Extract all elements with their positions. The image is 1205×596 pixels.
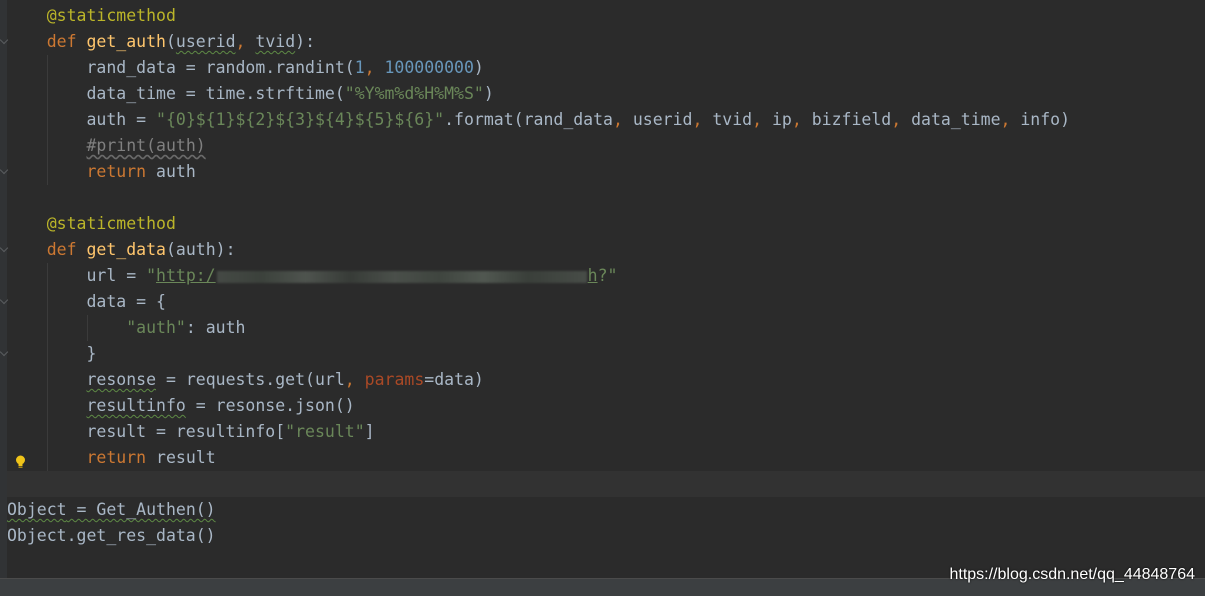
code-line[interactable]: auth = "{0}${1}${2}${3}${4}${5}${6}".for… xyxy=(7,107,1205,133)
code-line[interactable]: resultinfo = resonse.json() xyxy=(7,393,1205,419)
code-line[interactable]: @staticmethod xyxy=(7,211,1205,237)
code-token: result = resultinfo[ xyxy=(7,422,286,441)
code-line[interactable]: #print(auth) xyxy=(7,133,1205,159)
code-token: "result" xyxy=(285,422,365,441)
code-token: Object xyxy=(7,500,67,519)
code-token: .format(rand_data xyxy=(444,110,613,129)
code-token: = Get_Authen() xyxy=(66,500,216,519)
code-token: =data) xyxy=(424,370,484,389)
code-token: 100000000 xyxy=(384,58,474,77)
code-line[interactable]: Object.get_res_data() xyxy=(7,523,1205,549)
code-line[interactable]: data = { xyxy=(7,289,1205,315)
code-token: userid xyxy=(632,110,693,129)
code-line[interactable] xyxy=(7,185,1205,211)
code-token: data_time xyxy=(911,110,1001,129)
code-token: #print(auth) xyxy=(86,136,206,155)
indent-guide xyxy=(47,55,48,185)
code-token: resonse xyxy=(86,370,157,389)
code-token: h xyxy=(587,266,598,285)
code-line[interactable]: resonse = requests.get(url, params=data) xyxy=(7,367,1205,393)
code-token: , xyxy=(891,110,912,129)
code-token: data = { xyxy=(7,292,166,311)
code-token: , xyxy=(692,110,713,129)
code-token: ( xyxy=(165,32,176,51)
code-editor[interactable]: @staticmethod def get_auth(userid, tvid)… xyxy=(0,0,1205,596)
code-token: info) xyxy=(1020,110,1071,129)
indent-guide xyxy=(87,315,88,341)
code-token: ) xyxy=(483,84,494,103)
code-token: userid xyxy=(175,32,236,51)
code-token: (auth): xyxy=(165,240,236,259)
code-token: http:/ xyxy=(156,266,216,285)
code-token: tvid xyxy=(255,32,296,51)
code-token: " xyxy=(146,266,157,285)
redacted-text xyxy=(216,270,587,283)
code-token: tvid xyxy=(712,110,753,129)
code-token: rand_data = random.randint( xyxy=(7,58,355,77)
code-token: def xyxy=(46,32,87,51)
watermark: https://blog.csdn.net/qq_44848764 xyxy=(949,566,1195,583)
code-line[interactable]: return result xyxy=(7,445,1205,471)
code-token: , xyxy=(364,58,385,77)
code-token: resultinfo xyxy=(86,396,186,415)
code-line[interactable]: url = "http:/ h?" xyxy=(7,263,1205,289)
code-token: "auth" xyxy=(126,318,186,337)
code-token: params xyxy=(364,370,425,389)
code-token: , xyxy=(1000,110,1021,129)
code-token: bizfield xyxy=(811,110,892,129)
code-token: : auth xyxy=(185,318,246,337)
indent-guide xyxy=(47,263,48,471)
code-token: @staticmethod xyxy=(46,214,176,233)
code-line[interactable]: rand_data = random.randint(1, 100000000) xyxy=(7,55,1205,81)
code-line[interactable]: Object = Get_Authen() xyxy=(7,497,1205,523)
code-line[interactable]: "auth": auth xyxy=(7,315,1205,341)
code-token: "%Y%m%d%H%M%S" xyxy=(344,84,484,103)
code-token: result xyxy=(156,448,216,467)
code-token: auth xyxy=(156,162,196,181)
code-token: ?" xyxy=(597,266,618,285)
code-token: , xyxy=(791,110,812,129)
editor-gutter[interactable] xyxy=(0,0,9,578)
code-token: , xyxy=(344,370,365,389)
code-token: auth = xyxy=(7,110,157,129)
code-line[interactable]: } xyxy=(7,341,1205,367)
code-token: @staticmethod xyxy=(46,6,176,25)
code-token: url = xyxy=(7,266,147,285)
code-token: , xyxy=(613,110,633,129)
code-token: data_time = time.strftime( xyxy=(7,84,345,103)
code-token: Object.get_res_data() xyxy=(7,526,216,545)
code-token: , xyxy=(235,32,256,51)
code-token: get_auth xyxy=(86,32,166,51)
code-token: "{0}${1}${2}${3}${4}${5}${6}" xyxy=(156,110,445,129)
code-line[interactable] xyxy=(7,471,1205,497)
code-token: 1 xyxy=(354,58,365,77)
code-token: } xyxy=(7,344,97,363)
code-token: = resonse.json() xyxy=(185,396,355,415)
code-line[interactable]: def get_data(auth): xyxy=(7,237,1205,263)
code-line[interactable]: return auth xyxy=(7,159,1205,185)
code-line[interactable]: result = resultinfo["result"] xyxy=(7,419,1205,445)
code-line[interactable]: @staticmethod xyxy=(7,3,1205,29)
code-token: ] xyxy=(364,422,375,441)
code-token: return xyxy=(86,448,157,467)
code-token: , xyxy=(752,110,772,129)
code-token: def xyxy=(46,240,87,259)
code-token: ): xyxy=(295,32,316,51)
code-token: get_data xyxy=(86,240,166,259)
code-token: ip xyxy=(771,110,792,129)
code-token: return xyxy=(86,162,157,181)
code-token: ) xyxy=(473,58,484,77)
code-line[interactable]: data_time = time.strftime("%Y%m%d%H%M%S"… xyxy=(7,81,1205,107)
code-token: = requests.get(url xyxy=(156,370,345,389)
code-line[interactable]: def get_auth(userid, tvid): xyxy=(7,29,1205,55)
lightbulb-icon[interactable] xyxy=(15,455,26,469)
